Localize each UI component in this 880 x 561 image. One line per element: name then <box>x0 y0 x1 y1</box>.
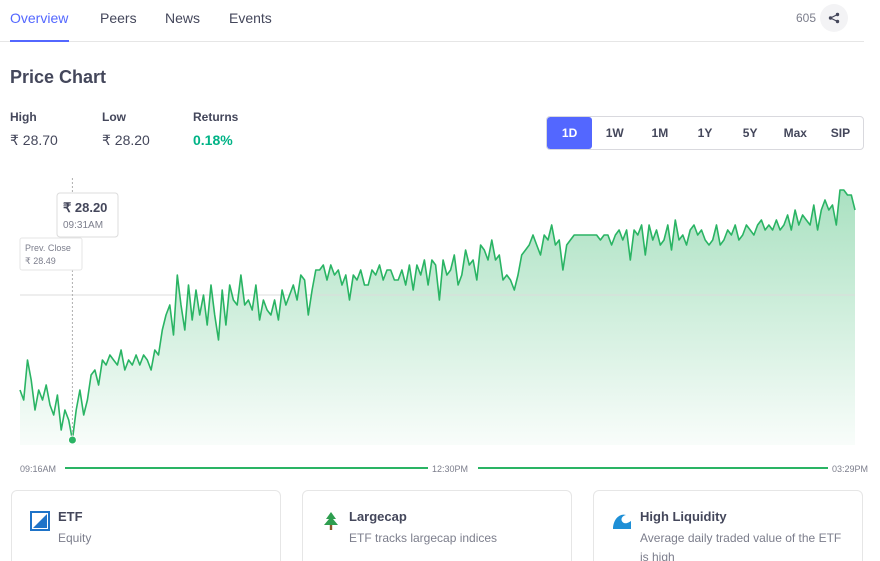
low-label: Low <box>102 110 126 124</box>
card-title: ETF <box>58 509 83 524</box>
returns-label: Returns <box>193 110 239 124</box>
page-title: Price Chart <box>10 67 107 87</box>
range-1w-button[interactable]: 1W <box>592 117 637 149</box>
range-selector: 1D 1W 1M 1Y 5Y Max SIP <box>546 116 864 150</box>
tooltip-time: 09:31AM <box>63 220 103 231</box>
tab-peers[interactable]: Peers <box>100 10 137 26</box>
tooltip-price: ₹ 28.20 <box>63 200 107 215</box>
share-button[interactable] <box>820 4 848 32</box>
card-title: High Liquidity <box>640 509 727 524</box>
tab-events[interactable]: Events <box>229 10 272 26</box>
time-label-end: 03:29PM <box>832 464 868 474</box>
stat-low: Low ₹ 28.20 <box>102 110 150 149</box>
card-high-liquidity[interactable]: High Liquidity Average daily traded valu… <box>593 490 863 561</box>
high-value: ₹ 28.70 <box>10 132 58 148</box>
etf-icon <box>30 511 50 531</box>
time-axis: 09:16AM 12:30PM 03:29PM <box>20 464 868 474</box>
time-label-start: 09:16AM <box>20 464 56 474</box>
wave-icon <box>613 514 631 529</box>
stat-returns: Returns 0.18% <box>193 110 238 148</box>
price-tooltip: ₹ 28.20 09:31AM <box>56 192 119 238</box>
range-max-button[interactable]: Max <box>773 117 818 149</box>
time-label-mid: 12:30PM <box>432 464 468 474</box>
card-title: Largecap <box>349 509 407 524</box>
prev-close-value: ₹ 28.49 <box>25 256 56 266</box>
prev-close-label: Prev. Close ₹ 28.49 <box>19 237 83 271</box>
range-1m-button[interactable]: 1M <box>637 117 682 149</box>
returns-value: 0.18% <box>193 132 233 148</box>
card-desc: Equity <box>58 531 92 545</box>
prev-close-title: Prev. Close <box>25 243 71 253</box>
tab-bar: Overview Peers News Events 605 <box>0 0 864 42</box>
card-desc: Average daily traded value of the ETF is… <box>640 531 842 561</box>
price-marker <box>67 435 77 445</box>
tab-overview[interactable]: Overview <box>10 10 68 26</box>
range-sip-button[interactable]: SIP <box>818 117 863 149</box>
card-largecap[interactable]: Largecap ETF tracks largecap indices <box>302 490 572 561</box>
price-chart[interactable]: Prev. Close ₹ 28.49 ₹ 28.20 09:31AM 09:1… <box>0 160 880 485</box>
low-value: ₹ 28.20 <box>102 132 150 148</box>
tab-news[interactable]: News <box>165 10 200 26</box>
high-label: High <box>10 110 37 124</box>
active-tab-indicator <box>10 40 69 42</box>
tree-icon <box>324 512 338 530</box>
stat-high: High ₹ 28.70 <box>10 110 58 149</box>
range-1y-button[interactable]: 1Y <box>682 117 727 149</box>
share-icon <box>828 12 840 24</box>
range-1d-button[interactable]: 1D <box>547 117 593 149</box>
card-etf[interactable]: ETF Equity <box>11 490 281 561</box>
share-count: 605 <box>795 11 816 25</box>
card-desc: ETF tracks largecap indices <box>349 531 498 545</box>
range-5y-button[interactable]: 5Y <box>728 117 773 149</box>
price-area <box>20 190 855 445</box>
